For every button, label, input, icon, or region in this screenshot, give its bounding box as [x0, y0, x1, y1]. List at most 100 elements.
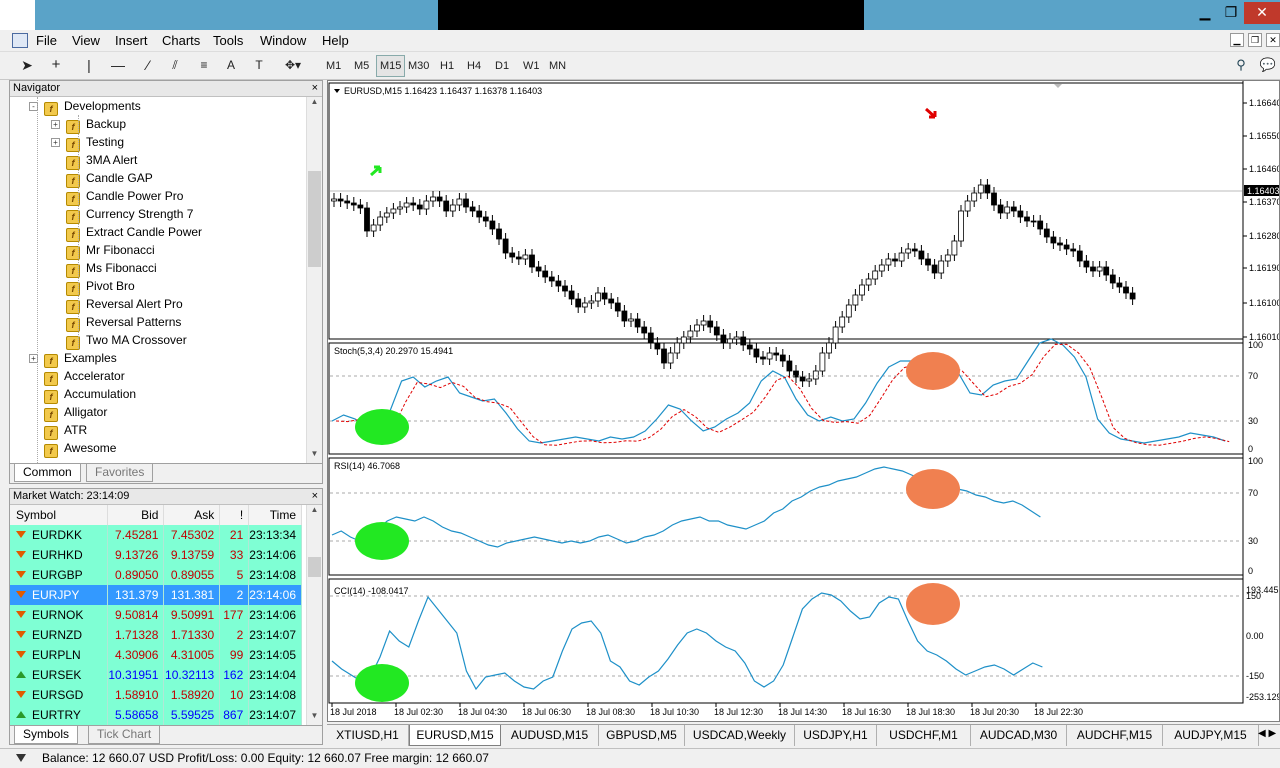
timeframe-mn[interactable]: MN	[545, 55, 570, 77]
mw-scroll-up-icon[interactable]: ▲	[307, 505, 322, 514]
menu-tools[interactable]: Tools	[213, 33, 243, 48]
nav-item[interactable]: f Candle Power Pro	[10, 187, 306, 206]
scroll-up-icon[interactable]: ▲	[307, 97, 322, 106]
nav-item[interactable]: f Ms Fibonacci	[10, 259, 306, 278]
nav-item[interactable]: f Pivot Bro	[10, 277, 306, 296]
chart-tab-usdchf-m1[interactable]: USDCHF,M1	[877, 725, 971, 746]
scroll-down-icon[interactable]: ▼	[307, 449, 322, 458]
chat-icon[interactable]: 💬	[1258, 55, 1278, 77]
vertical-line-icon[interactable]: |	[80, 55, 98, 77]
timeframe-m30[interactable]: M30	[404, 55, 433, 77]
nav-item[interactable]: f Alligator	[10, 403, 306, 422]
nav-item[interactable]: f Reversal Patterns	[10, 313, 306, 332]
menu-help[interactable]: Help	[322, 33, 349, 48]
nav-item[interactable]: f ATR	[10, 421, 306, 440]
table-row[interactable]: EURNOK 9.50814 9.50991 177 23:14:06	[10, 605, 302, 625]
crosshair-icon[interactable]: +	[46, 55, 66, 77]
mw-scroll-thumb[interactable]	[308, 557, 321, 577]
chart-tab-audjpy-m15[interactable]: AUDJPY,M15	[1163, 725, 1259, 746]
table-row[interactable]: EURNZD 1.71328 1.71330 2 23:14:07	[10, 625, 302, 645]
minimize-icon[interactable]: ▁	[1192, 2, 1218, 24]
candle-body	[878, 264, 885, 272]
scroll-thumb[interactable]	[308, 171, 321, 267]
timeframe-m15[interactable]: M15	[376, 55, 406, 77]
menu-charts[interactable]: Charts	[162, 33, 200, 48]
nav-item[interactable]: f Currency Strength 7	[10, 205, 306, 224]
chart-tab-usdjpy-h1[interactable]: USDJPY,H1	[795, 725, 877, 746]
column-header-time[interactable]: Time	[248, 505, 302, 525]
nav-item[interactable]: f Awesome	[10, 439, 306, 458]
timeframe-d1[interactable]: D1	[491, 55, 513, 77]
table-row[interactable]: EURTRY 5.58658 5.59525 867 23:14:07	[10, 705, 302, 725]
navigator-close-icon[interactable]: ×	[312, 81, 318, 96]
chart-tab-audcad-m30[interactable]: AUDCAD,M30	[971, 725, 1067, 746]
nav-item[interactable]: f Reversal Alert Pro	[10, 295, 306, 314]
mdi-restore-icon[interactable]: ❐	[1248, 33, 1262, 47]
nav-item[interactable]: f Two MA Crossover	[10, 331, 306, 350]
table-row[interactable]: EURPLN 4.30906 4.31005 99 23:14:05	[10, 645, 302, 665]
chart-tab-audchf-m15[interactable]: AUDCHF,M15	[1067, 725, 1163, 746]
nav-item[interactable]: f 3MA Alert	[10, 151, 306, 170]
table-row[interactable]: EURHKD 9.13726 9.13759 33 23:14:06	[10, 545, 302, 565]
column-header-ask[interactable]: Ask	[163, 505, 221, 525]
tab-tick-chart[interactable]: Tick Chart	[88, 726, 161, 744]
column-header-symbol[interactable]: Symbol	[10, 505, 109, 525]
nav-item[interactable]: + f Testing	[10, 133, 306, 152]
chart-tab-gbpusd-m5[interactable]: GBPUSD,M5	[599, 725, 685, 746]
timeframe-h4[interactable]: H4	[463, 55, 485, 77]
tab-symbols[interactable]: Symbols	[14, 726, 79, 744]
nav-item[interactable]: f Candle GAP	[10, 169, 306, 188]
chart-tab-audusd-m15[interactable]: AUDUSD,M15	[501, 725, 599, 746]
chart-window[interactable]: EURUSD,M15 1.16423 1.16437 1.16378 1.164…	[327, 80, 1280, 722]
chart-tab-xtiusd-h1[interactable]: XTIUSD,H1	[327, 725, 409, 746]
table-row[interactable]: EURJPY 131.379 131.381 2 23:14:06	[10, 585, 302, 605]
chart-tab-usdcad-weekly[interactable]: USDCAD,Weekly	[685, 725, 795, 746]
menu-view[interactable]: View	[72, 33, 100, 48]
chart-tab-eurusd-m15[interactable]: EURUSD,M15	[409, 725, 501, 746]
table-row[interactable]: EURDKK 7.45281 7.45302 21 23:13:34	[10, 525, 302, 545]
expand-icon[interactable]: +	[51, 138, 60, 147]
table-row[interactable]: EURSGD 1.58910 1.58920 10 23:14:08	[10, 685, 302, 705]
nav-item[interactable]: f Extract Candle Power	[10, 223, 306, 242]
nav-item[interactable]: f Accelerator	[10, 367, 306, 386]
mdi-minimize-icon[interactable]: ▁	[1230, 33, 1244, 47]
tab-favorites[interactable]: Favorites	[86, 464, 154, 482]
column-header-spread[interactable]: !	[219, 505, 250, 525]
search-icon[interactable]: ⚲	[1232, 55, 1250, 77]
column-header-bid[interactable]: Bid	[107, 505, 165, 525]
menu-window[interactable]: Window	[260, 33, 306, 48]
fibonacci-icon[interactable]: ≡	[193, 55, 215, 77]
menu-file[interactable]: File	[36, 33, 57, 48]
candle-body	[482, 216, 489, 222]
market-watch-scrollbar[interactable]: ▲ ▼	[306, 505, 322, 725]
mw-scroll-down-icon[interactable]: ▼	[307, 711, 322, 720]
text-icon[interactable]: A	[222, 55, 240, 77]
equidistant-channel-icon[interactable]: ⫽	[164, 55, 186, 77]
tab-scroll-icon[interactable]: ◀ ▶	[1258, 728, 1276, 739]
navigator-scrollbar[interactable]: ▲ ▼	[306, 97, 322, 463]
market-watch-close-icon[interactable]: ×	[312, 489, 318, 504]
table-row[interactable]: EURSEK 10.31951 10.32113 162 23:14:04	[10, 665, 302, 685]
nav-item[interactable]: f Accumulation	[10, 385, 306, 404]
nav-item[interactable]: f Mr Fibonacci	[10, 241, 306, 260]
nav-item[interactable]: + f Examples	[10, 349, 306, 368]
timeframe-h1[interactable]: H1	[436, 55, 458, 77]
table-row[interactable]: EURGBP 0.89050 0.89055 5 23:14:08	[10, 565, 302, 585]
close-icon[interactable]: ✕	[1244, 2, 1280, 24]
timeframe-m1[interactable]: M1	[322, 55, 345, 77]
tab-common[interactable]: Common	[14, 464, 81, 482]
trendline-icon[interactable]: ⁄	[138, 55, 158, 77]
nav-item[interactable]: + f Backup	[10, 115, 306, 134]
arrows-dropdown-icon[interactable]: ✥▾	[280, 55, 306, 77]
timeframe-w1[interactable]: W1	[519, 55, 544, 77]
nav-item[interactable]: - f Developments	[10, 97, 306, 116]
text-label-icon[interactable]: T	[250, 55, 268, 77]
chart-canvas[interactable]: EURUSD,M15 1.16423 1.16437 1.16378 1.164…	[328, 81, 1279, 721]
mdi-close-icon[interactable]: ✕	[1266, 33, 1280, 47]
cursor-icon[interactable]: ➤	[18, 55, 36, 77]
expand-icon[interactable]: +	[51, 120, 60, 129]
timeframe-m5[interactable]: M5	[350, 55, 373, 77]
restore-icon[interactable]: ❐	[1218, 2, 1244, 24]
horizontal-line-icon[interactable]: —	[108, 55, 128, 77]
menu-insert[interactable]: Insert	[115, 33, 148, 48]
